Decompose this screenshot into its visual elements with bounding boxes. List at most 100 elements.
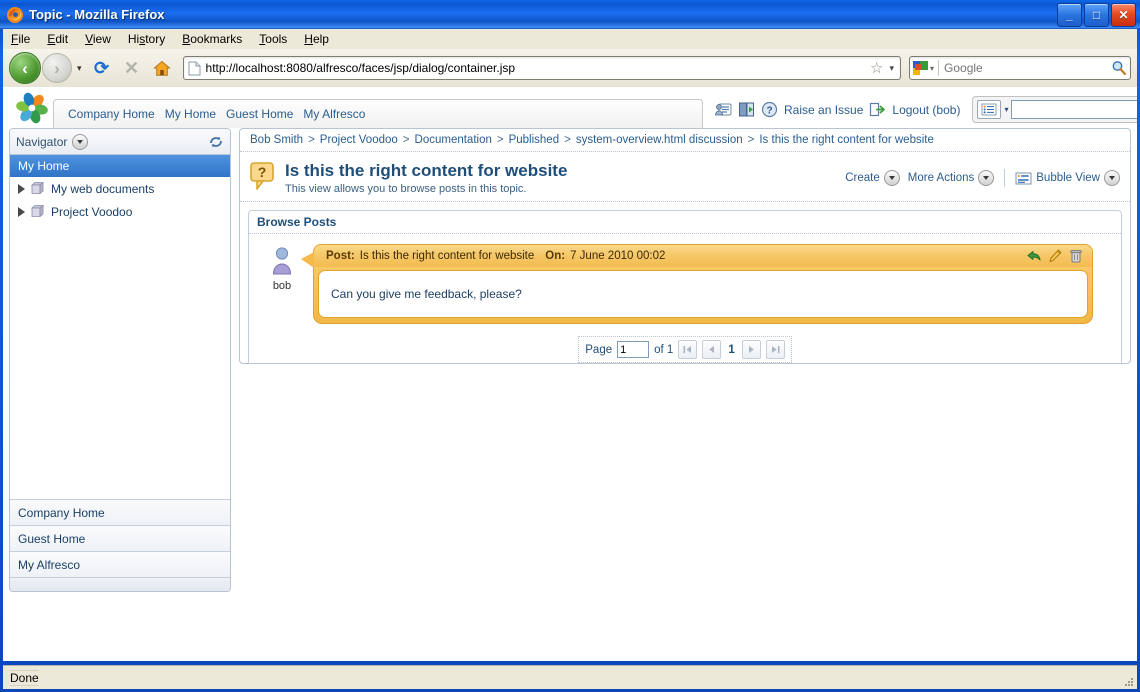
- bubble-view-action[interactable]: Bubble View: [1015, 170, 1120, 186]
- breadcrumb-segment-documentation[interactable]: Documentation: [415, 134, 492, 146]
- firefox-icon: [6, 6, 24, 24]
- breadcrumb-separator: >: [747, 134, 755, 146]
- minimize-glyph: _: [1066, 8, 1073, 22]
- sidebar-shortcut-my-alfresco[interactable]: My Alfresco: [10, 551, 230, 577]
- navigator-dropdown-icon[interactable]: [72, 133, 89, 150]
- breadcrumb-separator: >: [402, 134, 410, 146]
- stop-icon: ✕: [123, 58, 140, 78]
- bookmark-star-icon[interactable]: ☆: [870, 59, 883, 77]
- post-row: bob Post: Is this the right content for …: [249, 234, 1121, 328]
- menu-file[interactable]: File: [11, 32, 30, 46]
- reload-button[interactable]: ⟳: [89, 55, 115, 81]
- help-icon[interactable]: ?: [761, 101, 778, 118]
- breadcrumb: Bob Smith > Project Voodoo > Documentati…: [240, 129, 1130, 152]
- nav-link-my-alfresco[interactable]: My Alfresco: [303, 107, 365, 121]
- sidebar-shortcut-guest-home[interactable]: Guest Home: [10, 525, 230, 551]
- menu-view[interactable]: View: [85, 32, 111, 46]
- status-bar: Done: [3, 665, 1137, 689]
- search-scope-dropdown-icon[interactable]: ▾: [1004, 105, 1008, 114]
- post-bubble: Post: Is this the right content for webs…: [301, 244, 1093, 324]
- create-dropdown-icon[interactable]: [883, 170, 900, 186]
- sidebar-shortcut-company-home[interactable]: Company Home: [10, 499, 230, 525]
- breadcrumb-segment-project-voodoo[interactable]: Project Voodoo: [320, 134, 398, 146]
- more-actions-dropdown-icon[interactable]: [978, 170, 995, 186]
- back-button[interactable]: ‹: [9, 52, 41, 84]
- breadcrumb-segment-bob-smith[interactable]: Bob Smith: [250, 134, 303, 146]
- alfresco-search-input[interactable]: [1011, 100, 1137, 119]
- delete-icon[interactable]: [1068, 248, 1084, 264]
- sidebar-item-my-home[interactable]: My Home: [10, 155, 230, 177]
- page-subtitle: This view allows you to browse posts in …: [285, 183, 527, 195]
- tree-item-project-voodoo[interactable]: Project Voodoo: [10, 200, 230, 223]
- maximize-glyph: □: [1092, 8, 1101, 22]
- url-bar[interactable]: http://localhost:8080/alfresco/faces/jsp…: [182, 56, 901, 80]
- user-details-icon[interactable]: [715, 101, 732, 118]
- window-title: Topic - Mozilla Firefox: [29, 7, 165, 22]
- topic-question-icon: ?: [250, 162, 276, 192]
- home-icon: [152, 60, 171, 76]
- logout-link[interactable]: Logout (bob): [892, 103, 960, 117]
- tree-item-label: Project Voodoo: [51, 204, 133, 219]
- maximize-button[interactable]: □: [1084, 3, 1109, 27]
- browse-posts-heading: Browse Posts: [249, 211, 1121, 234]
- navigator-title: Navigator: [16, 134, 68, 149]
- shortcut-label: My Alfresco: [18, 557, 81, 572]
- browser-search-bar[interactable]: ▾: [909, 56, 1131, 80]
- bubble-view-dropdown-icon[interactable]: [1104, 170, 1120, 186]
- post-bubble-outer: Can you give me feedback, please?: [313, 267, 1093, 324]
- alfresco-header-tools: ? Raise an Issue Logout (bob) ▾: [715, 96, 1137, 123]
- bubble-view-label: Bubble View: [1036, 172, 1100, 184]
- menu-edit[interactable]: Edit: [47, 32, 68, 46]
- browser-search-input[interactable]: [939, 60, 1111, 76]
- create-action[interactable]: Create: [845, 170, 900, 186]
- my-alfresco-icon[interactable]: [738, 101, 755, 118]
- post-title: Is this the right content for website: [359, 250, 535, 262]
- expand-triangle-icon[interactable]: [18, 183, 25, 194]
- search-scope-icon[interactable]: [977, 100, 1002, 119]
- google-logo-icon: [913, 61, 928, 75]
- more-actions-label: More Actions: [907, 172, 975, 184]
- alfresco-body: Navigator My Home My web documents Proje…: [3, 128, 1137, 661]
- url-dropdown-icon[interactable]: ▾: [889, 63, 894, 74]
- nav-link-my-home[interactable]: My Home: [165, 107, 216, 121]
- expand-triangle-icon[interactable]: [18, 206, 25, 217]
- resize-grip[interactable]: [1121, 674, 1135, 688]
- avatar: [271, 247, 293, 279]
- search-magnifier-icon[interactable]: [1111, 60, 1127, 76]
- breadcrumb-separator: >: [496, 134, 504, 146]
- title-bar: Topic - Mozilla Firefox _ □ ✕: [0, 0, 1140, 29]
- nav-link-company-home[interactable]: Company Home: [68, 107, 155, 121]
- edit-icon[interactable]: [1047, 248, 1063, 264]
- browser-chrome: File Edit View History Bookmarks Tools H…: [3, 29, 1137, 661]
- main-content-panel: Bob Smith > Project Voodoo > Documentati…: [239, 128, 1131, 364]
- pager: Page of 1: [578, 336, 792, 363]
- menu-help[interactable]: Help: [304, 32, 329, 46]
- on-label: On:: [545, 250, 566, 262]
- more-actions-action[interactable]: More Actions: [907, 170, 995, 186]
- nav-link-guest-home[interactable]: Guest Home: [226, 107, 293, 121]
- home-button[interactable]: [149, 55, 175, 81]
- minimize-button[interactable]: _: [1057, 3, 1082, 27]
- space-folder-icon: [30, 181, 46, 196]
- raise-an-issue-link[interactable]: Raise an Issue: [784, 103, 863, 117]
- close-button[interactable]: ✕: [1111, 3, 1136, 27]
- logout-icon[interactable]: [869, 101, 886, 118]
- breadcrumb-segment-discussion[interactable]: system-overview.html discussion: [576, 134, 743, 146]
- page-of-label: of 1: [654, 343, 674, 356]
- page-number-input[interactable]: [617, 341, 650, 358]
- reply-icon[interactable]: [1026, 248, 1042, 264]
- last-page-icon: [771, 346, 780, 353]
- create-action-label: Create: [845, 172, 880, 184]
- first-page-icon: [683, 346, 692, 353]
- tree-item-my-web-documents[interactable]: My web documents: [10, 177, 230, 200]
- refresh-icon[interactable]: [208, 134, 224, 150]
- browse-posts-panel: Browse Posts bob Post: Is this the right…: [248, 210, 1122, 363]
- first-page-button: [678, 340, 698, 359]
- window-controls: _ □ ✕: [1057, 3, 1136, 27]
- menu-tools[interactable]: Tools: [259, 32, 287, 46]
- menu-history[interactable]: History: [128, 32, 165, 46]
- menu-bookmarks[interactable]: Bookmarks: [182, 32, 242, 46]
- breadcrumb-segment-published[interactable]: Published: [509, 134, 560, 146]
- search-engine-dropdown-icon[interactable]: ▾: [930, 64, 934, 73]
- nav-history-dropdown-icon[interactable]: ▾: [77, 63, 82, 74]
